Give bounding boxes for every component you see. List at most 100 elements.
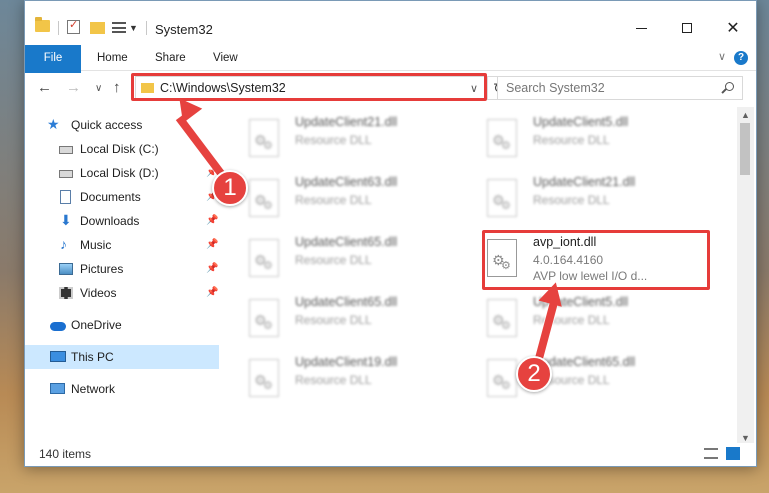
dll-file-icon bbox=[487, 179, 517, 217]
tab-share[interactable]: Share bbox=[155, 45, 186, 71]
network-icon bbox=[50, 383, 65, 394]
toolbar-divider bbox=[58, 21, 59, 35]
file-item[interactable]: UpdateClient5.dll Resource DLL bbox=[485, 113, 715, 169]
file-type: Resource DLL bbox=[295, 253, 372, 267]
onedrive-icon bbox=[50, 322, 66, 331]
step-1-badge: 1 bbox=[212, 170, 248, 206]
sidebar-item-downloads[interactable]: ⬇ Downloads 📌 bbox=[25, 209, 219, 233]
drive-icon bbox=[59, 170, 73, 178]
chevron-down-icon: ∨ bbox=[95, 83, 103, 94]
help-icon[interactable]: ? bbox=[734, 51, 748, 65]
maximize-button[interactable] bbox=[664, 13, 710, 43]
file-item[interactable]: UpdateClient21.dll Resource DLL bbox=[485, 173, 715, 229]
file-name: UpdateClient21.dll bbox=[295, 115, 398, 129]
file-type: Resource DLL bbox=[533, 193, 610, 207]
file-item[interactable]: UpdateClient19.dll Resource DLL bbox=[247, 353, 477, 409]
music-icon: ♪ bbox=[60, 236, 67, 252]
details-view-icon[interactable] bbox=[704, 448, 718, 459]
close-icon: ✕ bbox=[726, 20, 740, 37]
tab-view[interactable]: View bbox=[213, 45, 238, 71]
pictures-icon bbox=[59, 263, 73, 275]
file-type: Resource DLL bbox=[295, 133, 372, 147]
file-item[interactable]: UpdateClient65.dll Resource DLL bbox=[247, 233, 477, 289]
pin-icon[interactable]: 📌 bbox=[206, 233, 218, 257]
back-button[interactable]: ← bbox=[37, 79, 52, 96]
folder-icon bbox=[35, 17, 50, 32]
maximize-icon bbox=[682, 23, 692, 33]
downloads-icon: ⬇ bbox=[60, 212, 72, 228]
file-name: UpdateClient19.dll bbox=[295, 355, 398, 369]
properties-icon[interactable] bbox=[67, 18, 80, 34]
sidebar-item-local-disk-c[interactable]: Local Disk (C:) bbox=[25, 137, 219, 161]
dll-file-icon bbox=[249, 119, 279, 157]
pin-icon[interactable]: 📌 bbox=[206, 281, 218, 305]
scroll-thumb[interactable] bbox=[740, 123, 750, 175]
item-count: 140 items bbox=[39, 447, 92, 461]
large-icons-view-icon[interactable] bbox=[726, 447, 740, 460]
this-pc-icon bbox=[50, 351, 66, 362]
new-folder-icon[interactable] bbox=[90, 22, 105, 34]
file-type: Resource DLL bbox=[295, 193, 372, 207]
file-name: UpdateClient5.dll bbox=[533, 115, 629, 129]
window-title: System32 bbox=[155, 22, 213, 37]
status-bar: 140 items bbox=[25, 443, 756, 465]
vertical-scrollbar[interactable]: ▲ ▼ bbox=[737, 107, 754, 447]
sidebar-item-videos[interactable]: Videos 📌 bbox=[25, 281, 219, 305]
recent-locations-button[interactable]: ∨ bbox=[95, 83, 102, 94]
file-highlight bbox=[482, 230, 710, 290]
tab-home[interactable]: Home bbox=[97, 45, 128, 71]
file-type: Resource DLL bbox=[295, 313, 372, 327]
search-icon[interactable] bbox=[725, 82, 734, 91]
pin-icon[interactable]: 📌 bbox=[206, 209, 218, 233]
toolbar-divider bbox=[146, 21, 147, 35]
arrow-left-icon: ← bbox=[37, 79, 52, 96]
file-item[interactable]: UpdateClient21.dll Resource DLL bbox=[247, 113, 477, 169]
navigation-pane: ★ Quick access Local Disk (C:) Local Dis… bbox=[25, 107, 221, 437]
sidebar-item-onedrive[interactable]: OneDrive bbox=[25, 313, 219, 337]
search-placeholder: Search System32 bbox=[506, 81, 605, 95]
dll-file-icon bbox=[487, 119, 517, 157]
sidebar-item-network[interactable]: Network bbox=[25, 377, 219, 401]
file-item[interactable]: UpdateClient65.dll Resource DLL bbox=[247, 293, 477, 349]
minimize-icon bbox=[635, 27, 647, 29]
videos-icon bbox=[59, 287, 73, 299]
star-icon: ★ bbox=[47, 116, 60, 132]
pin-icon[interactable]: 📌 bbox=[206, 257, 218, 281]
file-type: Resource DLL bbox=[533, 133, 610, 147]
up-button[interactable]: ↑ bbox=[113, 79, 121, 96]
sidebar-item-documents[interactable]: Documents 📌 bbox=[25, 185, 219, 209]
minimize-button[interactable] bbox=[618, 13, 664, 43]
file-type: Resource DLL bbox=[295, 373, 372, 387]
file-item[interactable]: UpdateClient5.dll Resource DLL bbox=[485, 293, 715, 349]
sidebar-item-local-disk-d[interactable]: Local Disk (D:) 📌 bbox=[25, 161, 219, 185]
file-item[interactable]: UpdateClient63.dll Resource DLL bbox=[247, 173, 477, 229]
sidebar-item-this-pc[interactable]: This PC bbox=[25, 345, 219, 369]
sidebar-item-music[interactable]: ♪ Music 📌 bbox=[25, 233, 219, 257]
file-name: UpdateClient65.dll bbox=[295, 295, 398, 309]
chevron-down-icon[interactable]: ▼ bbox=[129, 23, 138, 33]
dll-file-icon bbox=[249, 179, 279, 217]
drive-icon bbox=[59, 146, 73, 154]
file-name: UpdateClient21.dll bbox=[533, 175, 636, 189]
dll-file-icon bbox=[487, 359, 517, 397]
dll-file-icon bbox=[249, 359, 279, 397]
close-button[interactable]: ✕ bbox=[710, 13, 756, 43]
file-name: UpdateClient65.dll bbox=[295, 235, 398, 249]
arrow-up-icon: ↑ bbox=[113, 79, 121, 96]
sidebar-item-pictures[interactable]: Pictures 📌 bbox=[25, 257, 219, 281]
dll-file-icon bbox=[249, 239, 279, 277]
search-input[interactable]: Search System32 bbox=[497, 76, 743, 100]
step-2-badge: 2 bbox=[516, 356, 552, 392]
forward-button[interactable]: → bbox=[66, 79, 81, 96]
ribbon-tabs: File Home Share View ∨ ? bbox=[25, 45, 756, 101]
documents-icon bbox=[60, 190, 71, 204]
customize-toolbar-icon[interactable] bbox=[112, 22, 126, 33]
scroll-up-icon[interactable]: ▲ bbox=[741, 110, 750, 120]
scroll-down-icon[interactable]: ▼ bbox=[741, 433, 750, 443]
expand-ribbon-icon[interactable]: ∨ bbox=[718, 50, 726, 63]
file-name: UpdateClient63.dll bbox=[295, 175, 398, 189]
dll-file-icon bbox=[487, 299, 517, 337]
title-bar: ▼ System32 ✕ bbox=[25, 1, 756, 43]
dll-file-icon bbox=[249, 299, 279, 337]
arrow-right-icon: → bbox=[66, 79, 81, 96]
